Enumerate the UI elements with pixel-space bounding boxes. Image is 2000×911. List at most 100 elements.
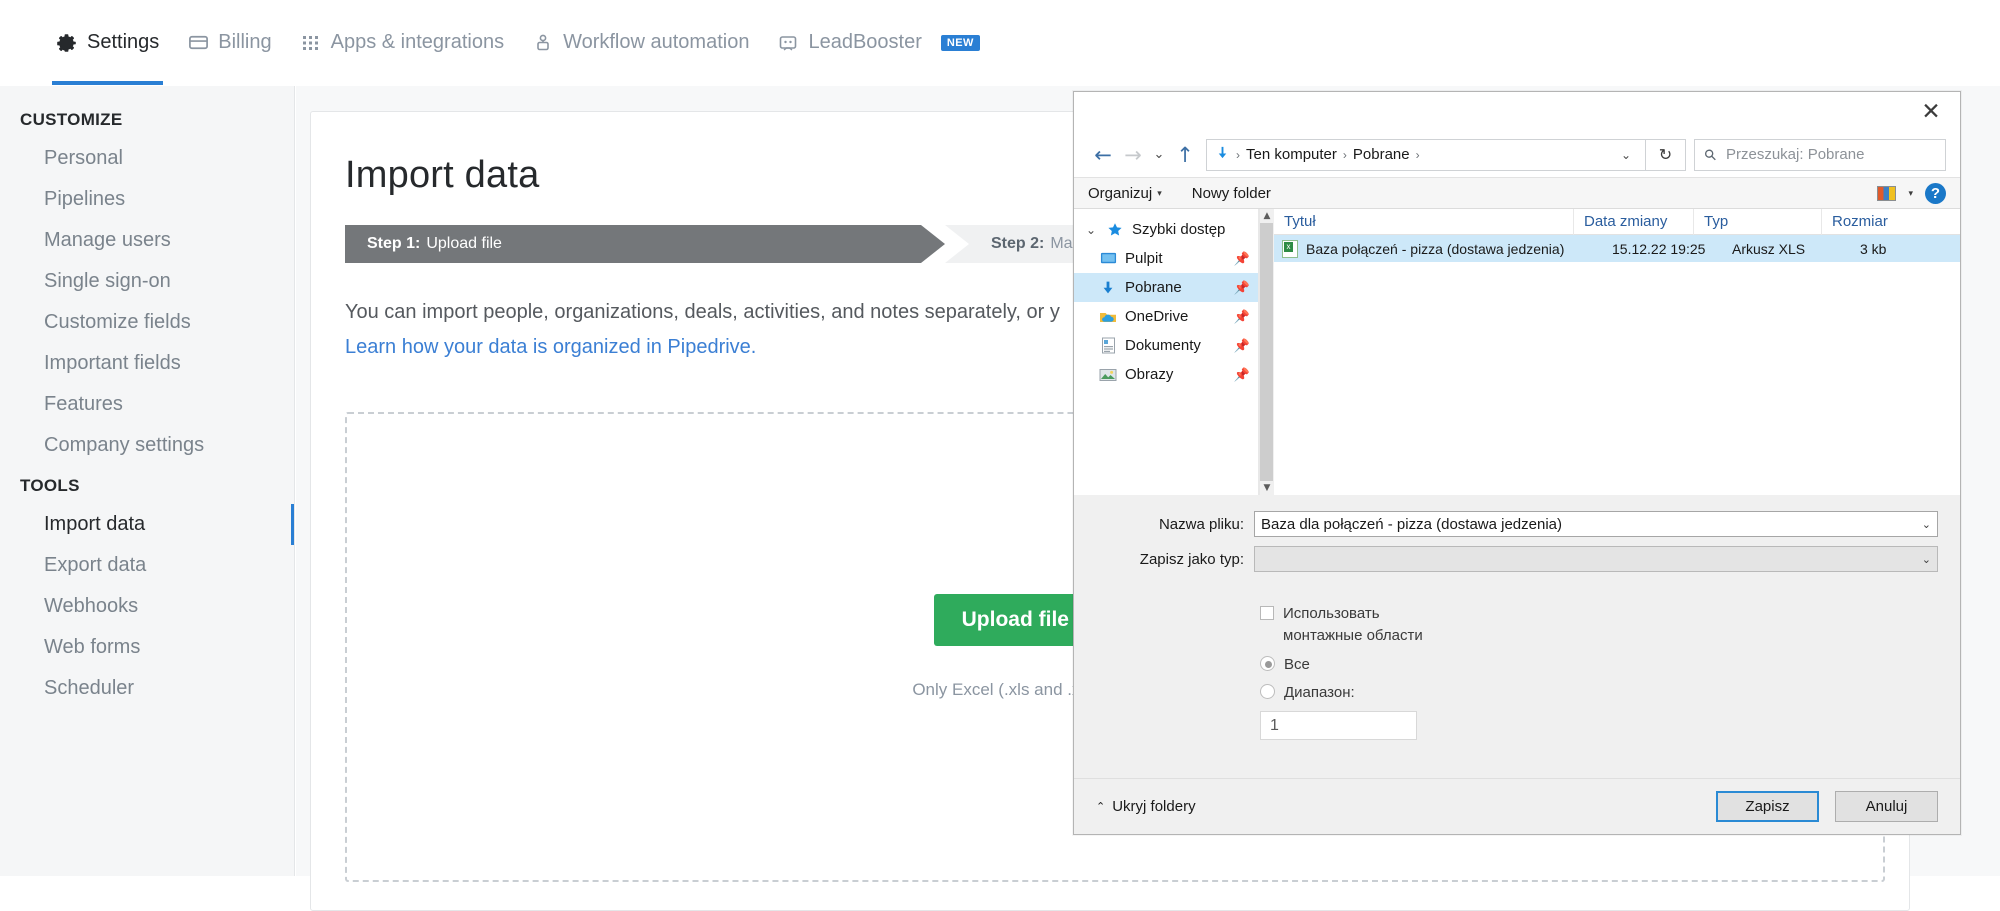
topnav-item-workflow-automation[interactable]: Workflow automation [518,0,763,85]
tree-item-desktop[interactable]: Pulpit 📌 [1074,244,1258,273]
step-1-upload-file[interactable]: Step 1: Upload file [345,225,945,263]
forward-icon[interactable]: → [1118,139,1148,171]
organize-button[interactable]: Organizuj ▾ [1088,185,1162,202]
chevron-down-icon[interactable]: ⌄ [1084,223,1098,237]
export-options: Использовать монтажные области Все Диапа… [1074,581,1960,740]
sidebar-item-import-data[interactable]: Import data [0,504,294,545]
filetype-select[interactable]: ⌄ [1254,546,1938,572]
top-navigation: Settings Billing Apps & integrations Wor… [0,0,2000,85]
file-name: Baza połączeń - pizza (dostawa jedzenia) [1306,240,1565,257]
column-header-type[interactable]: Typ [1694,208,1822,235]
sidebar-item-customize-fields[interactable]: Customize fields [0,302,294,343]
chevron-up-icon: ⌃ [1096,801,1106,813]
save-button[interactable]: Zapisz [1716,791,1819,822]
cancel-button[interactable]: Anuluj [1835,791,1938,822]
radio-range[interactable] [1260,684,1275,700]
up-one-level-icon[interactable]: ↑ [1170,139,1200,171]
close-icon[interactable]: ✕ [1902,92,1960,132]
help-icon[interactable]: ? [1925,182,1946,204]
sidebar-item-scheduler[interactable]: Scheduler [0,668,294,709]
range-custom-row[interactable]: Диапазон: [1260,682,1960,704]
status-badge: NEW [940,34,980,51]
sidebar-item-features[interactable]: Features [0,384,294,425]
filename-input[interactable]: Baza dla połączeń - pizza (dostawa jedze… [1254,511,1938,537]
table-row[interactable]: Baza połączeń - pizza (dostawa jedzenia)… [1274,235,1960,262]
chat-bot-icon [777,32,799,54]
step-1-label: Upload file [426,235,502,252]
filename-value: Baza dla połączeń - pizza (dostawa jedze… [1261,515,1563,533]
tree-item-documents[interactable]: Dokumenty 📌 [1074,331,1258,360]
pin-icon[interactable]: 📌 [1234,338,1250,354]
scroll-up-icon[interactable]: ▲ [1264,211,1271,221]
sidebar-item-manage-users[interactable]: Manage users [0,220,294,261]
sidebar-group-customize: CUSTOMIZE [20,110,123,129]
column-header-title[interactable]: Tytuł [1274,208,1574,235]
breadcrumb-separator: › [1415,147,1420,162]
dialog-toolbar: Organizuj ▾ Nowy folder ▾ ? [1074,177,1960,209]
sidebar-item-web-forms[interactable]: Web forms [0,627,294,668]
chevron-down-icon[interactable]: ▾ [1908,188,1913,199]
tree-item-onedrive[interactable]: OneDrive 📌 [1074,302,1258,331]
xls-file-icon [1282,239,1298,258]
view-layout-icon[interactable] [1877,185,1897,201]
new-folder-button[interactable]: Nowy folder [1192,185,1271,202]
artboards-checkbox[interactable] [1260,606,1274,620]
dialog-buttons: Zapisz Anuluj [1716,791,1938,822]
settings-sidebar: CUSTOMIZE Personal Pipelines Manage user… [0,86,295,876]
dialog-titlebar: ✕ [1074,92,1960,132]
breadcrumb-separator: › [1236,147,1240,162]
sidebar-item-export-data[interactable]: Export data [0,545,294,586]
chevron-down-icon: ▾ [1157,187,1162,198]
pin-icon[interactable]: 📌 [1234,280,1250,296]
file-list: Tytuł Data zmiany Typ Rozmiar Baza połąc… [1274,208,1960,495]
file-date: 15.12.22 19:25 [1612,240,1706,257]
radio-range-label: Диапазон: [1284,684,1355,702]
hide-folders-toggle[interactable]: ⌃ Ukryj foldery [1096,798,1196,815]
pin-icon[interactable]: 📌 [1234,251,1250,267]
sidebar-item-company-settings[interactable]: Company settings [0,425,294,466]
sidebar-item-personal[interactable]: Personal [0,138,294,179]
radio-all[interactable] [1260,655,1275,671]
topnav-label: Billing [218,31,272,53]
back-icon[interactable]: ← [1088,139,1118,171]
topnav-label: Settings [87,31,160,53]
scrollbar-thumb[interactable] [1260,223,1274,481]
recent-locations-icon[interactable]: ⌄ [1148,139,1170,171]
topnav-label: Workflow automation [563,31,750,53]
tree-item-downloads[interactable]: Pobrane 📌 [1074,273,1258,302]
chevron-down-icon[interactable]: ⌄ [1615,148,1637,162]
sidebar-item-webhooks[interactable]: Webhooks [0,586,294,627]
topnav-item-billing[interactable]: Billing [173,0,285,85]
card-icon [187,32,209,54]
tree-item-quick-access[interactable]: ⌄ Szybki dostęp [1074,215,1258,244]
search-icon: ⚲ [1700,144,1721,165]
search-input[interactable]: ⚲ Przeszukaj: Pobrane [1694,138,1946,171]
pin-icon[interactable]: 📌 [1234,367,1250,383]
topnav-item-settings[interactable]: Settings [42,0,173,85]
sidebar-item-pipelines[interactable]: Pipelines [0,179,294,220]
scroll-down-icon[interactable]: ▼ [1264,483,1271,493]
pin-icon[interactable]: 📌 [1234,309,1250,325]
artboards-checkbox-row[interactable]: Использовать монтажные области [1260,603,1960,647]
topnav-label: Apps & integrations [330,31,505,53]
range-input[interactable]: 1 [1260,711,1417,740]
sidebar-item-important-fields[interactable]: Important fields [0,343,294,384]
chevron-down-icon[interactable]: ⌄ [1914,553,1931,566]
tree-item-label: OneDrive [1125,308,1189,325]
column-header-date[interactable]: Data zmiany [1574,208,1694,235]
topnav-item-apps-integrations[interactable]: Apps & integrations [286,0,518,85]
tree-item-pictures[interactable]: Obrazy 📌 [1074,360,1258,389]
sidebar-item-single-sign-on[interactable]: Single sign-on [0,261,294,302]
column-header-size[interactable]: Rozmiar [1822,209,1932,235]
tree-scrollbar[interactable]: ▲ ▼ [1258,209,1274,495]
topnav-item-leadbooster[interactable]: LeadBooster NEW [763,0,993,85]
breadcrumb-downloads[interactable]: Pobrane [1353,146,1410,163]
refresh-icon[interactable]: ↻ [1646,138,1686,171]
downloads-arrow-icon [1215,145,1230,164]
range-all-row[interactable]: Все [1260,654,1960,676]
breadcrumb-this-pc[interactable]: Ten komputer [1246,146,1337,163]
address-bar[interactable]: › Ten komputer › Pobrane › ⌄ [1206,138,1646,171]
chevron-down-icon[interactable]: ⌄ [1914,518,1931,531]
tree-item-label: Szybki dostęp [1132,221,1226,238]
breadcrumb-separator: › [1342,147,1347,162]
